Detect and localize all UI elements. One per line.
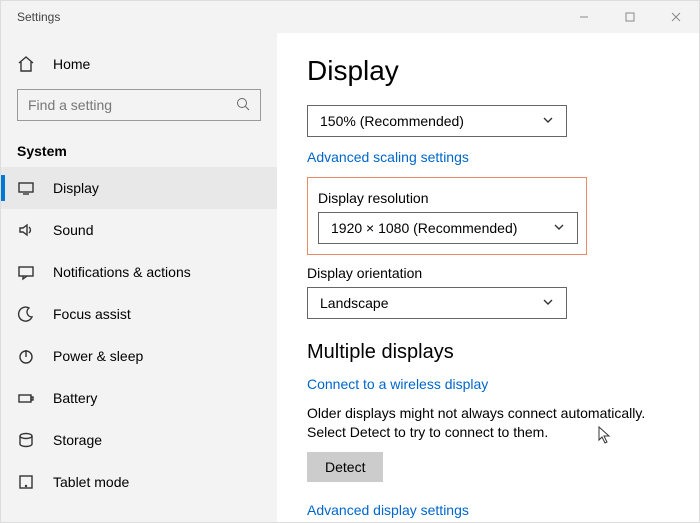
resolution-label: Display resolution <box>318 190 576 206</box>
storage-icon <box>17 431 35 449</box>
sidebar-item-notifications[interactable]: Notifications & actions <box>1 251 277 293</box>
power-icon <box>17 347 35 365</box>
display-icon <box>17 179 35 197</box>
content-pane: Display 150% (Recommended) Advanced scal… <box>277 33 699 522</box>
sidebar-item-sound[interactable]: Sound <box>1 209 277 251</box>
multi-displays-heading: Multiple displays <box>307 341 669 364</box>
orientation-select[interactable]: Landscape <box>307 287 567 319</box>
scale-value: 150% (Recommended) <box>320 113 464 129</box>
sidebar-item-label: Focus assist <box>53 306 131 322</box>
orientation-value: Landscape <box>320 295 389 311</box>
search-input[interactable]: Find a setting <box>17 89 261 121</box>
home-nav[interactable]: Home <box>1 47 277 81</box>
sidebar-item-label: Notifications & actions <box>53 264 191 280</box>
close-button[interactable] <box>653 1 699 33</box>
chevron-down-icon <box>542 113 554 129</box>
nav-list: Display Sound Notifications & actions Fo… <box>1 167 277 503</box>
maximize-button[interactable] <box>607 1 653 33</box>
sidebar-item-label: Tablet mode <box>53 474 129 490</box>
cursor-icon <box>598 426 612 447</box>
notifications-icon <box>17 263 35 281</box>
page-title: Display <box>307 55 669 87</box>
window-title: Settings <box>1 10 60 24</box>
search-icon <box>236 97 250 114</box>
titlebar: Settings <box>1 1 699 33</box>
orientation-label: Display orientation <box>307 265 669 281</box>
sidebar-item-battery[interactable]: Battery <box>1 377 277 419</box>
sidebar-item-label: Sound <box>53 222 93 238</box>
home-icon <box>17 55 35 73</box>
sidebar-item-label: Display <box>53 180 99 196</box>
category-label: System <box>1 131 277 167</box>
minimize-button[interactable] <box>561 1 607 33</box>
home-label: Home <box>53 56 90 72</box>
sidebar-item-label: Storage <box>53 432 102 448</box>
advanced-scaling-link[interactable]: Advanced scaling settings <box>307 149 669 165</box>
moon-icon <box>17 305 35 323</box>
detect-help-text: Older displays might not always connect … <box>307 404 669 442</box>
sidebar: Home Find a setting System Display Sound <box>1 33 277 522</box>
sidebar-item-tablet[interactable]: Tablet mode <box>1 461 277 503</box>
search-placeholder: Find a setting <box>28 97 112 113</box>
battery-icon <box>17 389 35 407</box>
sound-icon <box>17 221 35 239</box>
detect-button[interactable]: Detect <box>307 452 383 482</box>
resolution-value: 1920 × 1080 (Recommended) <box>331 220 517 236</box>
settings-window: Settings Home Find a setting System Disp… <box>0 0 700 523</box>
resolution-highlight: Display resolution 1920 × 1080 (Recommen… <box>307 177 587 255</box>
advanced-display-link[interactable]: Advanced display settings <box>307 502 669 518</box>
wireless-display-link[interactable]: Connect to a wireless display <box>307 376 669 392</box>
scale-select[interactable]: 150% (Recommended) <box>307 105 567 137</box>
sidebar-item-display[interactable]: Display <box>1 167 277 209</box>
sidebar-item-focus-assist[interactable]: Focus assist <box>1 293 277 335</box>
sidebar-item-storage[interactable]: Storage <box>1 419 277 461</box>
chevron-down-icon <box>553 220 565 236</box>
sidebar-item-label: Battery <box>53 390 97 406</box>
sidebar-item-label: Power & sleep <box>53 348 143 364</box>
window-controls <box>561 1 699 33</box>
tablet-icon <box>17 473 35 491</box>
resolution-select[interactable]: 1920 × 1080 (Recommended) <box>318 212 578 244</box>
chevron-down-icon <box>542 295 554 311</box>
sidebar-item-power[interactable]: Power & sleep <box>1 335 277 377</box>
